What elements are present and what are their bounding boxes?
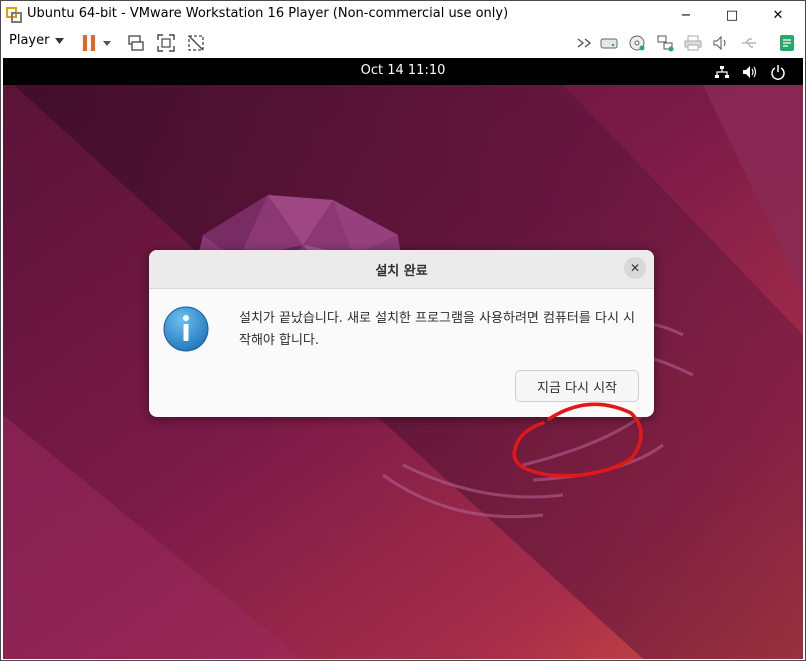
window-title: Ubuntu 64-bit - VMware Workstation 16 Pl… — [27, 6, 509, 21]
hard-disk-icon — [600, 38, 618, 49]
pause-button[interactable] — [79, 33, 99, 53]
player-toolbar: Player — [1, 29, 805, 57]
close-icon: ✕ — [772, 7, 784, 23]
dialog-header: 설치 완료 ✕ — [149, 250, 654, 289]
more-devices-icon — [577, 38, 592, 48]
unity-icon — [188, 35, 204, 51]
cd-dvd-button[interactable] — [627, 33, 647, 53]
volume-icon[interactable] — [741, 63, 759, 81]
cd-dvd-icon — [629, 35, 645, 51]
dialog-title: 설치 완료 — [375, 264, 428, 279]
dialog-message: 설치가 끝났습니다. 새로 설치한 프로그램을 사용하려면 컴퓨터를 다시 시작… — [239, 311, 635, 348]
network-icon[interactable] — [713, 63, 731, 81]
pause-dropdown-button[interactable] — [101, 33, 113, 53]
fullscreen-button[interactable] — [156, 33, 176, 53]
player-menu-label: Player — [9, 33, 50, 48]
install-complete-dialog: 설치 완료 ✕ 설치가 끝났습니다. 새로 설치한 프로그램을 사용하려면 컴퓨… — [149, 250, 654, 417]
send-ctrl-alt-del-icon — [128, 35, 144, 51]
chevron-down-icon — [55, 37, 65, 44]
printer-icon — [684, 35, 702, 51]
hard-disk-button[interactable] — [599, 33, 619, 53]
pause-icon — [83, 35, 95, 51]
restart-now-button[interactable]: 지금 다시 시작 — [515, 370, 639, 402]
player-menu-button[interactable]: Player — [9, 33, 65, 48]
maximize-button[interactable]: □ — [709, 1, 755, 29]
usb-icon — [742, 38, 756, 48]
vmware-app-icon — [6, 7, 22, 23]
vmware-window: Ubuntu 64-bit - VMware Workstation 16 Pl… — [0, 0, 806, 661]
dropdown-arrow-icon — [103, 40, 111, 46]
sound-card-icon — [713, 35, 726, 51]
more-devices-button[interactable] — [575, 33, 595, 53]
ubuntu-top-bar: Oct 14 11:10 — [3, 58, 803, 85]
info-icon — [163, 306, 209, 352]
minimize-button[interactable]: − — [663, 1, 709, 29]
printer-button[interactable] — [683, 33, 703, 53]
message-log-button[interactable] — [777, 33, 797, 53]
send-ctrl-alt-del-button[interactable] — [126, 33, 146, 53]
sound-card-button[interactable] — [711, 33, 731, 53]
network-adapter-button[interactable] — [655, 33, 675, 53]
close-window-button[interactable]: ✕ — [755, 1, 801, 29]
clock[interactable]: Oct 14 11:10 — [3, 63, 803, 78]
maximize-icon: □ — [725, 7, 739, 23]
fullscreen-icon — [157, 34, 175, 52]
network-adapter-icon — [657, 35, 674, 52]
restart-now-label: 지금 다시 시작 — [536, 380, 618, 396]
message-log-icon — [780, 35, 794, 51]
title-bar: Ubuntu 64-bit - VMware Workstation 16 Pl… — [1, 1, 805, 29]
minimize-icon: − — [680, 7, 692, 23]
close-icon: ✕ — [629, 261, 641, 275]
usb-button[interactable] — [739, 33, 759, 53]
unity-button[interactable] — [186, 33, 206, 53]
power-icon[interactable] — [769, 63, 787, 81]
dialog-close-button[interactable]: ✕ — [624, 257, 646, 279]
